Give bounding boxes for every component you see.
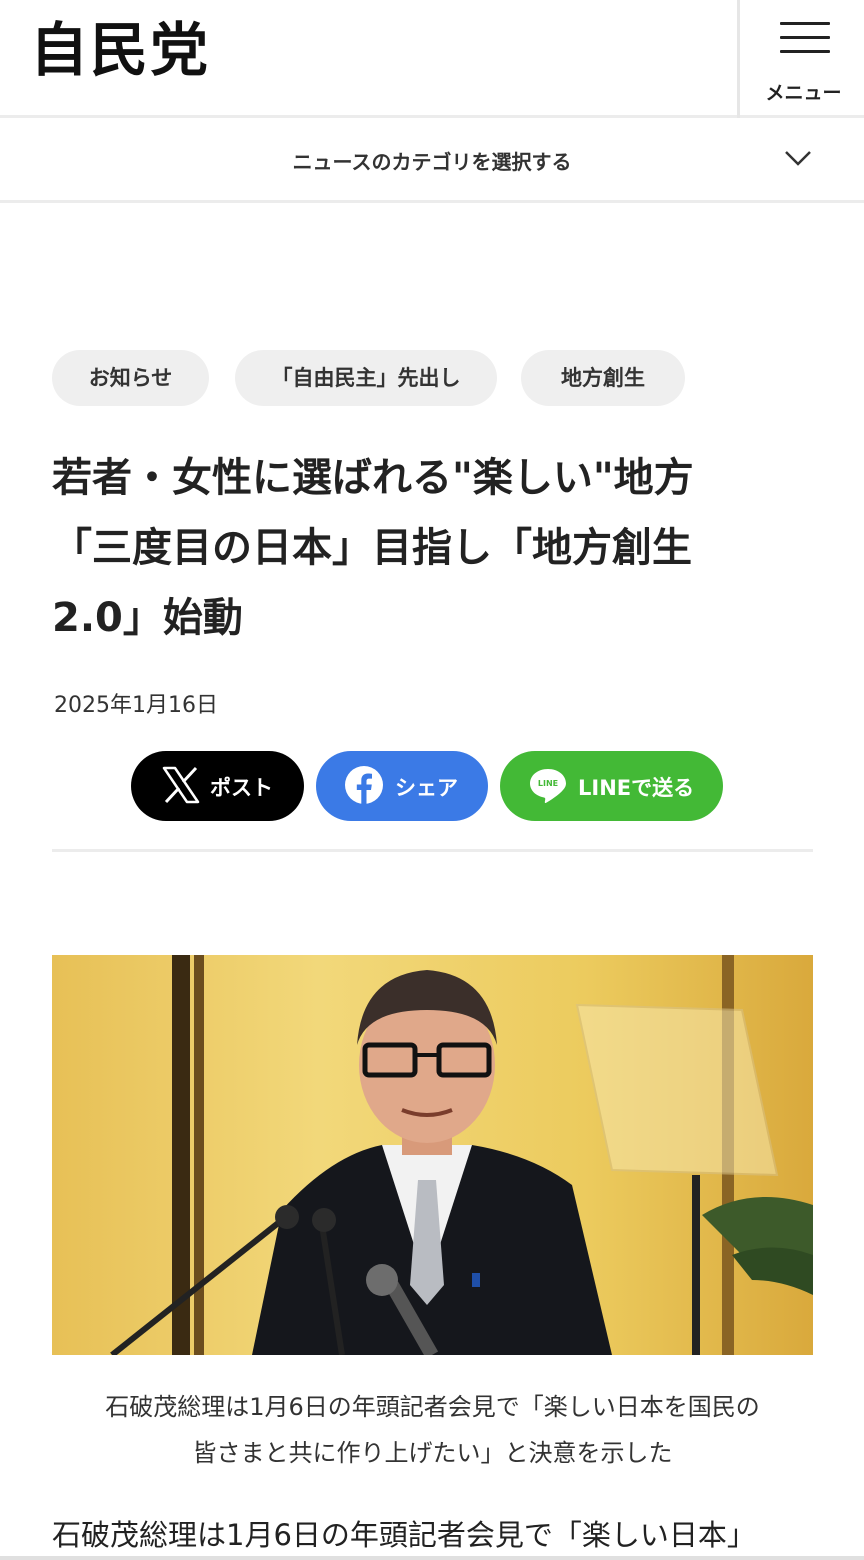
share-x-label: ポスト [210, 776, 273, 800]
site-header: 自民党 メニュー [0, 0, 864, 118]
news-category-selector[interactable]: ニュースのカテゴリを選択する [0, 121, 864, 203]
tag-oshirase[interactable]: お知らせ [52, 350, 209, 406]
share-facebook-label: シェア [395, 776, 458, 800]
share-divider [52, 849, 813, 852]
article-title-line: 「三度目の日本」目指し「地方創生 [52, 525, 692, 571]
tag-chihou-sousei[interactable]: 地方創生 [521, 350, 685, 406]
article-title: 若者・女性に選ばれる"楽しい"地方 「三度目の日本」目指し「地方創生 2.0」始… [52, 443, 822, 653]
facebook-icon [345, 766, 383, 804]
article-title-line: 2.0」始動 [52, 595, 243, 641]
article-body-text: 石破茂総理は1月6日の年頭記者会見で「楽しい日本」 [52, 1518, 756, 1552]
chevron-down-icon [785, 151, 811, 166]
bottom-border [0, 1556, 864, 1560]
share-facebook-button[interactable]: シェア [316, 751, 488, 821]
article-title-line: 若者・女性に選ばれる"楽しい"地方 [52, 455, 694, 501]
photo-caption: 石破茂総理は1月6日の年頭記者会見で「楽しい日本を国民の 皆さまと共に作り上げた… [52, 1384, 813, 1476]
article-photo [52, 955, 813, 1355]
caption-line: 石破茂総理は1月6日の年頭記者会見で「楽しい日本を国民の [105, 1393, 760, 1421]
share-line-button[interactable]: LINE LINEで送る [500, 751, 723, 821]
menu-button[interactable]: メニュー [737, 0, 864, 118]
menu-label: メニュー [765, 82, 842, 104]
caption-line: 皆さまと共に作り上げたい」と決意を示した [192, 1439, 673, 1467]
share-line-label: LINEで送る [578, 776, 695, 800]
share-x-button[interactable]: ポスト [131, 751, 304, 821]
x-logo-icon [162, 766, 200, 804]
site-logo[interactable]: 自民党 [30, 18, 210, 82]
category-selector-label: ニュースのカテゴリを選択する [292, 150, 572, 174]
tag-jiyuminshu-sakidashi[interactable]: 「自由民主」先出し [235, 350, 497, 406]
hamburger-icon [780, 22, 830, 54]
line-icon-text: LINE [537, 779, 559, 788]
photo-illustration [52, 955, 813, 1355]
article-date: 2025年1月16日 [54, 693, 218, 718]
